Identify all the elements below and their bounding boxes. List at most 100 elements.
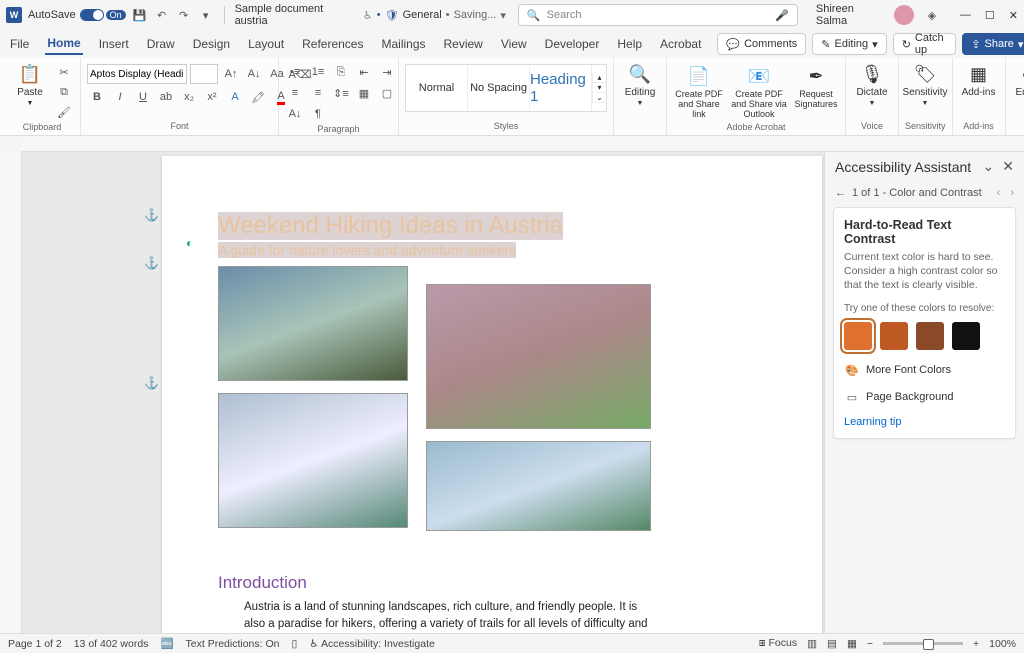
format-painter-icon[interactable]: 🖌 — [54, 104, 74, 120]
bullets-icon[interactable]: •≡ — [285, 64, 305, 80]
text-effects-icon[interactable]: A — [225, 89, 245, 105]
superscript-icon[interactable]: x² — [202, 89, 222, 105]
undo-icon[interactable]: ↶ — [154, 7, 170, 23]
copilot-inline-icon[interactable]: ◐ — [186, 236, 193, 250]
minimize-icon[interactable]: — — [960, 9, 971, 22]
horizontal-ruler[interactable] — [22, 136, 1024, 152]
swatch-orange[interactable] — [844, 322, 872, 350]
zoom-slider[interactable] — [883, 642, 963, 645]
toggle-on-icon[interactable] — [80, 9, 104, 21]
create-pdf-outlook-button[interactable]: 📧Create PDF and Share via Outlook — [729, 64, 789, 120]
avatar[interactable] — [894, 5, 914, 25]
tab-review[interactable]: Review — [442, 34, 485, 54]
create-pdf-share-link-button[interactable]: 📄Create PDF and Share link — [673, 64, 725, 120]
tab-design[interactable]: Design — [191, 34, 232, 54]
view-web-icon[interactable]: ▦ — [847, 638, 857, 650]
tab-mailings[interactable]: Mailings — [379, 34, 427, 54]
dictate-button[interactable]: 🎙Dictate▼ — [852, 64, 892, 107]
shading-icon[interactable]: ▦ — [354, 85, 374, 101]
tab-insert[interactable]: Insert — [97, 34, 131, 54]
next-issue-icon[interactable]: › — [1010, 187, 1014, 199]
page-indicator[interactable]: Page 1 of 2 — [8, 638, 62, 650]
tab-view[interactable]: View — [499, 34, 529, 54]
underline-icon[interactable]: U — [133, 89, 153, 105]
style-nospacing[interactable]: No Spacing — [468, 65, 530, 111]
styles-scroll[interactable]: ▴▾⌄ — [592, 73, 606, 103]
search-box[interactable]: 🔍 Search 🎤 — [518, 4, 798, 26]
language-icon[interactable]: 🔤 — [160, 637, 173, 650]
highlight-icon[interactable]: 🖍 — [248, 89, 268, 105]
qa-customize-icon[interactable]: ▾ — [198, 7, 214, 23]
pane-options-icon[interactable]: ⌄ — [983, 158, 995, 175]
close-icon[interactable]: ✕ — [1009, 9, 1018, 22]
zoom-in-icon[interactable]: + — [973, 638, 979, 650]
multilevel-icon[interactable]: ⎘ — [331, 64, 351, 80]
redo-icon[interactable]: ↷ — [176, 7, 192, 23]
catchup-button[interactable]: ↻Catch up — [893, 33, 957, 55]
text-predictions[interactable]: Text Predictions: On — [186, 638, 280, 650]
font-size-select[interactable] — [190, 64, 218, 84]
save-icon[interactable]: 💾 — [132, 7, 148, 23]
chevron-down-icon[interactable]: ▼ — [27, 100, 34, 107]
view-print-icon[interactable]: ▥ — [807, 638, 817, 650]
tab-file[interactable]: File — [8, 34, 31, 54]
more-font-colors-button[interactable]: 🎨 More Font Colors — [844, 364, 1005, 377]
font-name-select[interactable] — [87, 64, 187, 84]
prev-issue-icon[interactable]: ‹ — [997, 187, 1001, 199]
maximize-icon[interactable]: ☐ — [985, 9, 995, 22]
pane-close-icon[interactable]: ✕ — [1002, 158, 1014, 175]
sensitivity-button[interactable]: 🏷Sensitivity▼ — [905, 64, 945, 107]
tab-layout[interactable]: Layout — [246, 34, 286, 54]
autosave-toggle[interactable]: AutoSave On — [28, 9, 126, 21]
image-hikers-group[interactable] — [426, 441, 651, 531]
intro-paragraph[interactable]: Austria is a land of stunning landscapes… — [218, 593, 658, 633]
align-center-icon[interactable]: ≡ — [308, 85, 328, 101]
macro-icon[interactable]: ▯ — [291, 638, 297, 650]
image-hiker-ridge[interactable] — [426, 284, 651, 429]
tab-home[interactable]: Home — [45, 33, 82, 55]
swatch-black[interactable] — [952, 322, 980, 350]
vertical-ruler[interactable] — [0, 152, 22, 633]
doc-subtitle[interactable]: A guide for nature lovers and adventure … — [218, 242, 516, 258]
word-count[interactable]: 13 of 402 words — [74, 638, 149, 650]
show-marks-icon[interactable]: ¶ — [308, 106, 328, 122]
comments-button[interactable]: 💬Comments — [717, 33, 806, 55]
document-page[interactable]: ⚓ ⚓ ◐ ⚓ Weekend Hiking Ideas in Austria … — [162, 156, 822, 633]
request-signatures-button[interactable]: ✒Request Signatures — [793, 64, 839, 110]
subscript-icon[interactable]: x₂ — [179, 89, 199, 105]
sort-icon[interactable]: A↓ — [285, 106, 305, 122]
bold-icon[interactable]: B — [87, 89, 107, 105]
tab-developer[interactable]: Developer — [543, 34, 602, 54]
zoom-value[interactable]: 100% — [989, 638, 1016, 650]
image-mountains-1[interactable] — [218, 266, 408, 381]
editor-button[interactable]: ✔Editor — [1012, 64, 1024, 98]
align-left-icon[interactable]: ≡ — [285, 85, 305, 101]
inc-indent-icon[interactable]: ⇥ — [377, 64, 397, 80]
editing-mode-button[interactable]: ✎Editing▾ — [812, 33, 886, 55]
share-button[interactable]: ⇪Share▾ — [962, 33, 1024, 55]
image-lake[interactable] — [218, 393, 408, 528]
mic-icon[interactable]: 🎤 — [775, 9, 789, 22]
copy-icon[interactable]: ⧉ — [54, 84, 74, 100]
styles-gallery[interactable]: Normal No Spacing Heading 1 ▴▾⌄ — [405, 64, 607, 112]
swatch-orange-dark[interactable] — [880, 322, 908, 350]
view-read-icon[interactable]: ▤ — [827, 638, 837, 650]
cut-icon[interactable]: ✂ — [54, 64, 74, 80]
line-spacing-icon[interactable]: ⇕≡ — [331, 85, 351, 101]
back-arrow-icon[interactable]: ← — [835, 187, 846, 199]
style-heading1[interactable]: Heading 1 — [530, 65, 592, 111]
tab-acrobat[interactable]: Acrobat — [658, 34, 703, 54]
strike-icon[interactable]: ab — [156, 89, 176, 105]
addins-button[interactable]: ▦Add-ins — [959, 64, 999, 98]
style-normal[interactable]: Normal — [406, 65, 468, 111]
tab-references[interactable]: References — [300, 34, 365, 54]
grow-font-icon[interactable]: A↑ — [221, 66, 241, 82]
a11y-indicator-icon[interactable]: ♿︎ — [363, 9, 373, 22]
paste-button[interactable]: 📋 Paste ▼ — [10, 64, 50, 107]
swatch-brown[interactable] — [916, 322, 944, 350]
user-account[interactable]: Shireen Salma — [816, 3, 914, 27]
editing-dropdown[interactable]: 🔍 Editing ▼ — [620, 64, 660, 107]
doc-heading[interactable]: Weekend Hiking Ideas in Austria — [218, 212, 563, 240]
numbering-icon[interactable]: 1≡ — [308, 64, 328, 80]
tab-help[interactable]: Help — [615, 34, 644, 54]
